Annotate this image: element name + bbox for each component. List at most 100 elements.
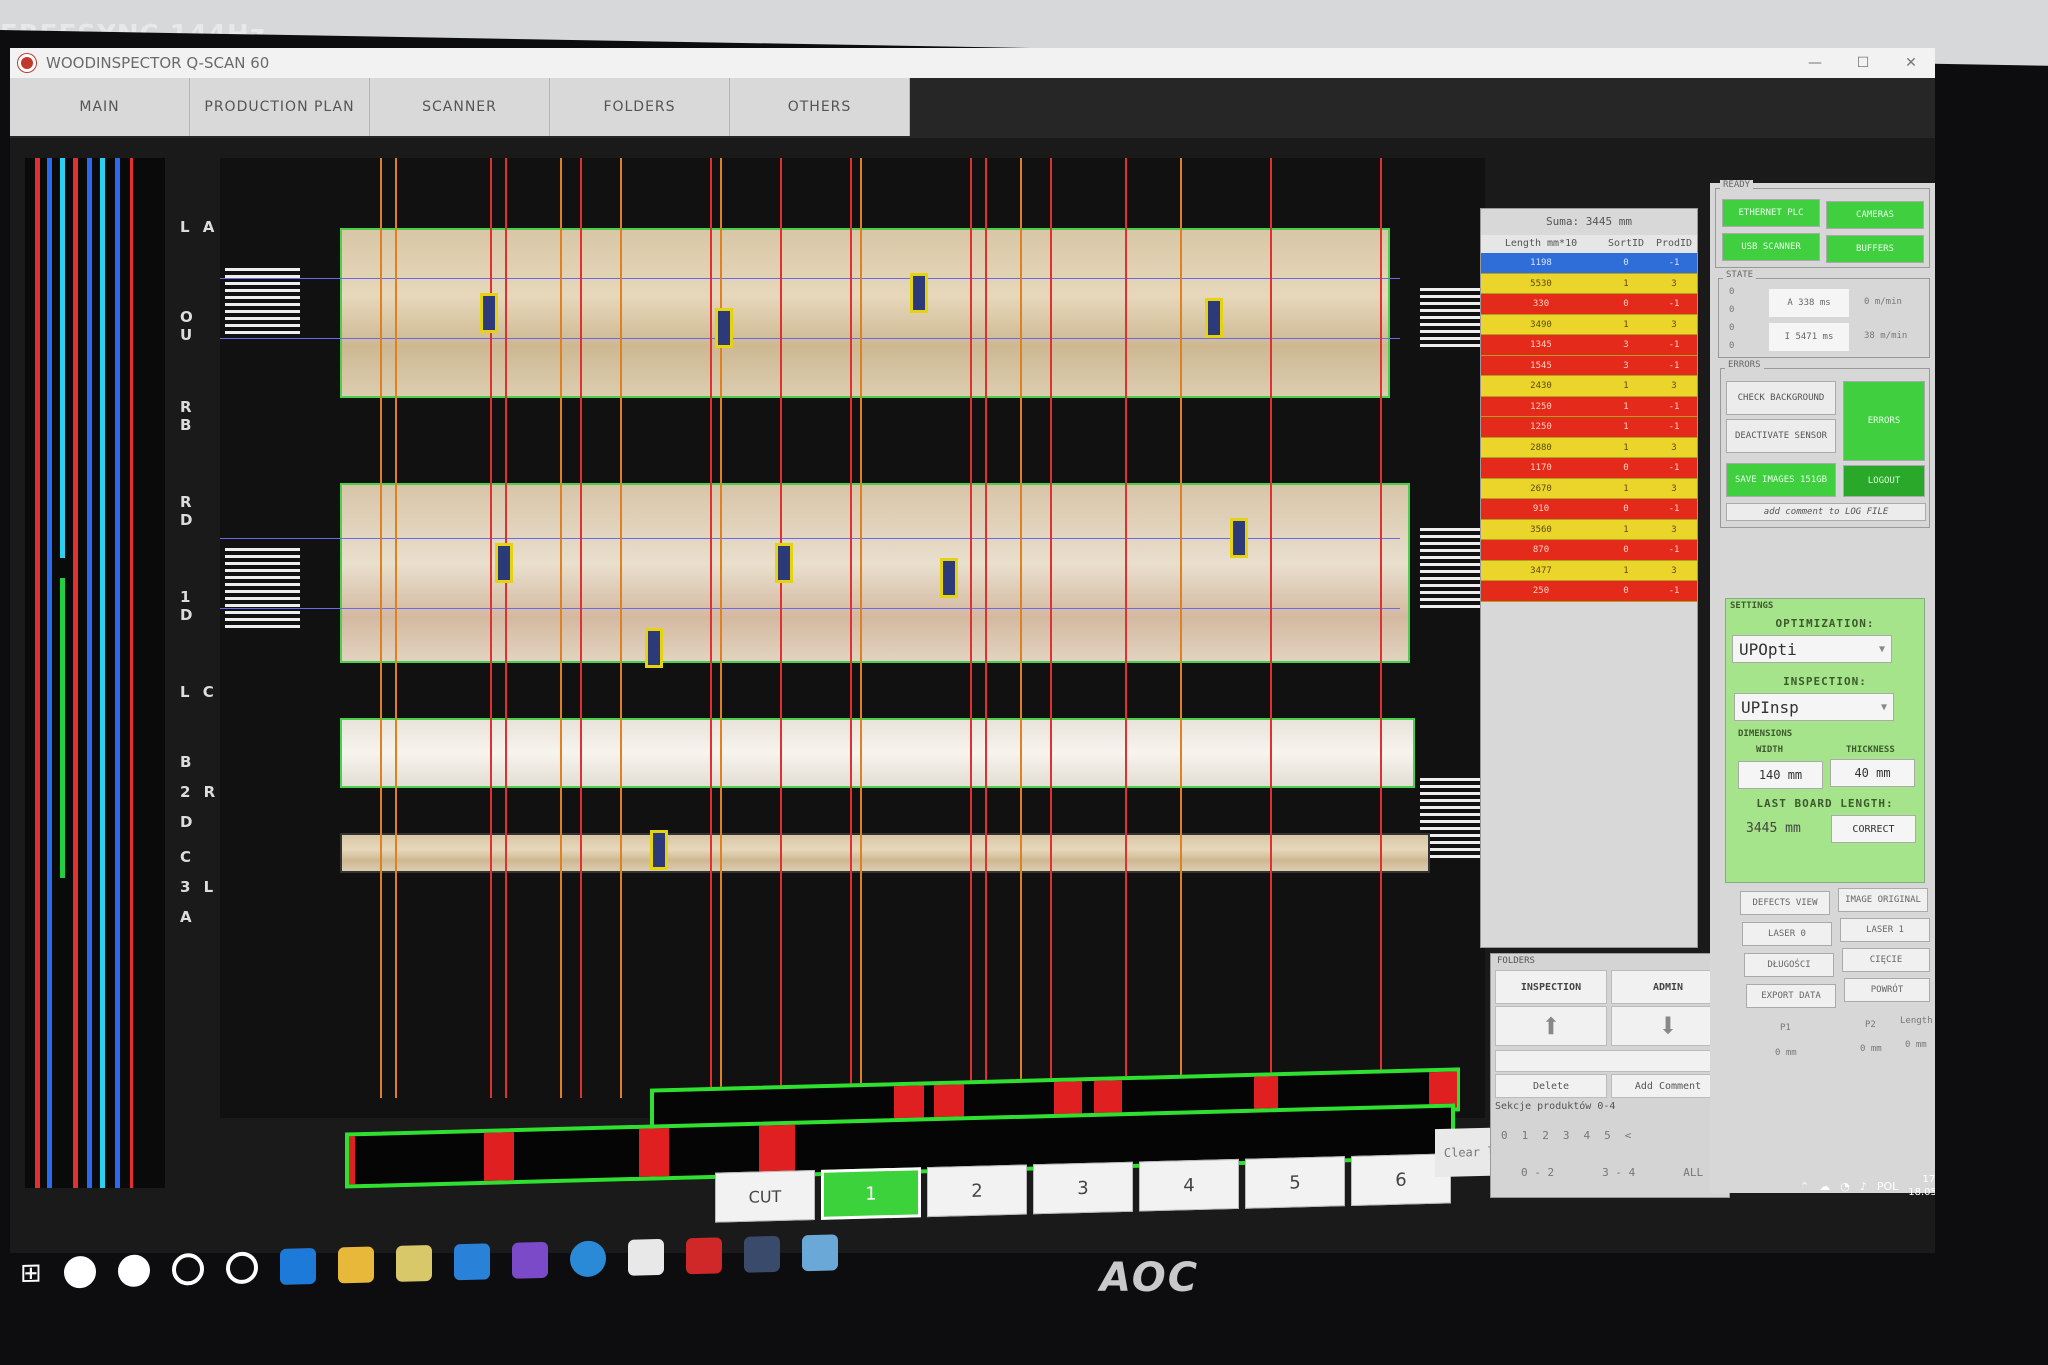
table-row[interactable]: 1545 3 -1 (1481, 355, 1697, 376)
cloud-icon[interactable]: ☁ (1819, 1180, 1830, 1193)
section-number[interactable]: 3 (1563, 1129, 1570, 1142)
inspection-select[interactable]: UPInsp ▼ (1734, 693, 1894, 721)
board-bottom[interactable] (340, 833, 1430, 873)
edge-icon[interactable] (279, 1247, 316, 1285)
language-indicator[interactable]: POL (1877, 1180, 1898, 1193)
defects-view-button[interactable]: DEFECTS VIEW (1740, 891, 1830, 915)
tray-chevron-icon[interactable]: ⌃ (1800, 1180, 1809, 1193)
ciecie-button[interactable]: CIĘCIE (1842, 948, 1930, 972)
defect-marker[interactable] (650, 830, 668, 870)
remote-desktop-icon[interactable] (801, 1234, 838, 1272)
defect-marker[interactable] (940, 558, 958, 598)
tab-folders[interactable]: FOLDERS (550, 78, 730, 136)
volume-icon[interactable]: ♪ (1860, 1180, 1867, 1193)
table-row[interactable]: 3560 1 3 (1481, 519, 1697, 540)
table-row[interactable]: 870 0 -1 (1481, 540, 1697, 561)
logout-button[interactable]: LOGOUT (1843, 465, 1925, 497)
clock[interactable]: 17:42 18.05.2021 (1908, 1173, 1935, 1199)
cut-button[interactable]: CUT (715, 1170, 815, 1223)
table-row[interactable]: 2430 1 3 (1481, 376, 1697, 397)
move-up-button[interactable]: ⬆ (1495, 1006, 1607, 1046)
section-range[interactable]: 0 - 2 (1521, 1166, 1554, 1179)
optimization-select[interactable]: UPOpti ▼ (1732, 635, 1892, 663)
cut-number-button[interactable]: 1 (821, 1167, 921, 1220)
defect-marker[interactable] (715, 308, 733, 348)
defect-marker[interactable] (480, 293, 498, 333)
laser-1-button[interactable]: LASER 1 (1840, 918, 1930, 942)
deactivate-sensor-button[interactable]: DEACTIVATE SENSOR (1726, 419, 1836, 453)
cut-number-button[interactable]: 2 (927, 1164, 1027, 1218)
table-row[interactable]: 3477 1 3 (1481, 560, 1697, 581)
table-row[interactable]: 2670 1 3 (1481, 478, 1697, 499)
delete-button[interactable]: Delete (1495, 1074, 1607, 1098)
file-explorer-icon[interactable] (337, 1246, 374, 1284)
tab-scanner[interactable]: SCANNER (370, 78, 550, 136)
maximize-icon[interactable]: ☐ (1839, 55, 1887, 71)
move-down-button[interactable]: ⬇ (1611, 1006, 1725, 1046)
errors-button[interactable]: ERRORS (1843, 381, 1925, 461)
cut-number-button[interactable]: 4 (1139, 1158, 1239, 1212)
vscode-icon[interactable] (453, 1243, 490, 1281)
table-row[interactable]: 1250 1 -1 (1481, 417, 1697, 438)
table-row[interactable]: 1345 3 -1 (1481, 335, 1697, 356)
windows-start-icon[interactable]: ⊞ (20, 1258, 42, 1289)
tab-production-plan[interactable]: PRODUCTION PLAN (190, 78, 370, 136)
section-number[interactable]: 2 (1542, 1129, 1549, 1142)
table-row[interactable]: 330 0 -1 (1481, 294, 1697, 315)
admin-folder-button[interactable]: ADMIN (1611, 970, 1725, 1004)
dlugosci-button[interactable]: DŁUGOŚCI (1744, 953, 1834, 977)
table-row[interactable]: 250 0 -1 (1481, 581, 1697, 602)
defect-marker[interactable] (645, 628, 663, 668)
section-back[interactable]: < (1625, 1129, 1632, 1142)
save-images-button[interactable]: SAVE IMAGES 151GB (1726, 463, 1836, 497)
cameras-status[interactable]: CAMERAS (1826, 201, 1924, 229)
tab-others[interactable]: OTHERS (730, 78, 910, 136)
check-background-button[interactable]: CHECK BACKGROUND (1726, 381, 1836, 415)
width-field[interactable]: 140 mm (1738, 761, 1823, 789)
defect-marker[interactable] (1230, 518, 1248, 558)
table-row[interactable]: 3490 1 3 (1481, 314, 1697, 335)
cut-number-button[interactable]: 5 (1245, 1156, 1345, 1209)
app-icon[interactable] (395, 1244, 432, 1282)
defect-marker[interactable] (775, 543, 793, 583)
comment-input[interactable] (1495, 1050, 1725, 1072)
ethernet-plc-status[interactable]: ETHERNET PLC (1722, 199, 1820, 227)
shield-icon[interactable] (743, 1235, 780, 1273)
table-row[interactable]: 910 0 -1 (1481, 499, 1697, 520)
anydesk-icon[interactable] (685, 1237, 722, 1275)
teamviewer-icon[interactable] (569, 1240, 606, 1278)
defect-marker[interactable] (1205, 298, 1223, 338)
section-number[interactable]: 4 (1584, 1129, 1591, 1142)
usb-scanner-status[interactable]: USB SCANNER (1722, 233, 1820, 261)
inspection-view[interactable] (220, 158, 1485, 1118)
section-number[interactable]: 0 (1501, 1129, 1508, 1142)
table-row[interactable]: 1170 0 -1 (1481, 458, 1697, 479)
visual-studio-icon[interactable] (511, 1241, 548, 1279)
defect-marker[interactable] (495, 543, 513, 583)
section-number[interactable]: 5 (1604, 1129, 1611, 1142)
board-lower[interactable] (340, 718, 1415, 788)
table-row[interactable]: 2880 1 3 (1481, 437, 1697, 458)
table-row[interactable]: 1250 1 -1 (1481, 396, 1697, 417)
defect-marker[interactable] (910, 273, 928, 313)
inspection-folder-button[interactable]: INSPECTION (1495, 970, 1607, 1004)
powrot-button[interactable]: POWRÓT (1844, 978, 1930, 1002)
section-range[interactable]: ALL (1683, 1166, 1703, 1179)
buffers-status[interactable]: BUFFERS (1826, 235, 1924, 263)
close-icon[interactable]: ✕ (1887, 55, 1935, 71)
export-data-button[interactable]: EXPORT DATA (1746, 984, 1836, 1008)
correct-button[interactable]: CORRECT (1831, 815, 1916, 843)
image-original-button[interactable]: IMAGE ORIGINAL (1838, 888, 1928, 912)
section-range[interactable]: 3 - 4 (1602, 1166, 1635, 1179)
laser-0-button[interactable]: LASER 0 (1742, 922, 1832, 946)
tab-main[interactable]: MAIN (10, 78, 190, 136)
log-comment-input[interactable]: add comment to LOG FILE (1726, 503, 1926, 521)
table-row[interactable]: 5530 1 3 (1481, 273, 1697, 294)
network-icon[interactable]: ◔ (1840, 1180, 1850, 1193)
woodinspector-taskbar-icon[interactable] (627, 1238, 664, 1276)
minimize-icon[interactable]: — (1791, 55, 1839, 71)
table-row[interactable]: 1198 0 -1 (1481, 253, 1697, 274)
add-comment-button[interactable]: Add Comment (1611, 1074, 1725, 1098)
section-number[interactable]: 1 (1522, 1129, 1529, 1142)
thickness-field[interactable]: 40 mm (1830, 759, 1915, 787)
